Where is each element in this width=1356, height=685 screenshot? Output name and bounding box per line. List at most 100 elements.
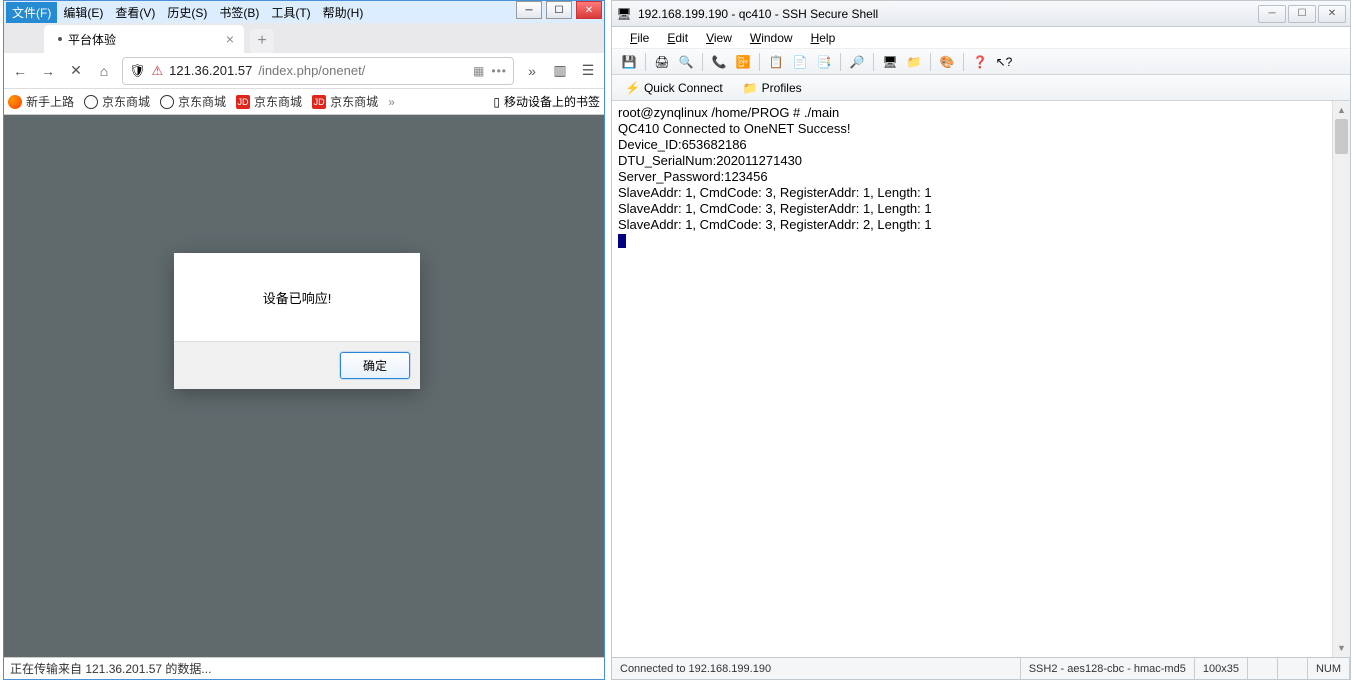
scrollbar[interactable]: ▲ ▼ (1332, 101, 1350, 657)
alert-dialog: 设备已响应! 确定 (174, 253, 420, 389)
terminal-cursor (618, 234, 626, 248)
ssh-terminal[interactable]: root@zynqlinux /home/PROG # ./main QC410… (612, 101, 1350, 657)
help-icon[interactable]: ❓ (969, 51, 991, 73)
bookmark-jd2[interactable]: 京东商城 (160, 93, 226, 110)
url-domain: 121.36.201.57 (169, 63, 252, 78)
menu-file[interactable]: 文件(F) (6, 2, 57, 23)
bookmark-getting-started[interactable]: 新手上路 (8, 93, 74, 110)
menu-tools[interactable]: 工具(T) (265, 2, 316, 23)
home-button[interactable]: ⌂ (94, 61, 114, 81)
print-preview-icon[interactable]: 🔍 (675, 51, 697, 73)
library-icon[interactable]: ▥ (550, 61, 570, 81)
jd-icon: JD (236, 95, 250, 109)
paste-select-icon[interactable]: 📑 (813, 51, 835, 73)
close-button[interactable]: ✕ (1318, 5, 1346, 23)
forward-button[interactable]: → (38, 61, 58, 81)
close-button[interactable]: ✕ (576, 1, 602, 19)
alert-message: 设备已响应! (174, 253, 420, 341)
bookmark-jd1[interactable]: 京东商城 (84, 93, 150, 110)
maximize-button[interactable]: ☐ (1288, 5, 1316, 23)
ssh-window: 🖥 192.168.199.190 - qc410 - SSH Secure S… (611, 0, 1351, 680)
menu-history[interactable]: 历史(S) (161, 2, 213, 23)
copy-icon[interactable]: 📋 (765, 51, 787, 73)
paste-icon[interactable]: 📄 (789, 51, 811, 73)
url-path: /index.php/onenet/ (258, 63, 365, 78)
folder-icon: 📁 (743, 81, 758, 95)
firefox-toolbar: ← → ✕ ⌂ 🛡 ⚠ 121.36.201.57/index.php/onen… (4, 53, 604, 89)
scroll-thumb[interactable] (1335, 119, 1348, 154)
shield-icon: 🛡 (129, 63, 146, 79)
colors-icon[interactable]: 🎨 (936, 51, 958, 73)
menu-edit[interactable]: Edit (659, 29, 696, 47)
hamburger-menu-icon[interactable]: ☰ (578, 61, 598, 81)
ssh-profile-bar: ⚡ Quick Connect 📁 Profiles (612, 75, 1350, 101)
minimize-button[interactable]: ─ (1258, 5, 1286, 23)
minimize-button[interactable]: ─ (516, 1, 542, 19)
tab-indicator-icon (58, 37, 62, 41)
firefox-menubar: 文件(F) 编辑(E) 查看(V) 历史(S) 书签(B) 工具(T) 帮助(H… (4, 1, 604, 23)
status-connected: Connected to 192.168.199.190 (612, 658, 1021, 679)
ssh-app-icon: 🖥 (616, 6, 632, 22)
mobile-icon: ▯ (493, 95, 500, 109)
firefox-tabstrip: 平台体验 × + (4, 23, 604, 53)
print-icon[interactable]: 🖨 (651, 51, 673, 73)
status-cipher: SSH2 - aes128-cbc - hmac-md5 (1021, 658, 1195, 679)
status-num: NUM (1308, 658, 1350, 679)
menu-view[interactable]: View (698, 29, 740, 47)
jd-icon: JD (312, 95, 326, 109)
tab-title: 平台体验 (68, 31, 116, 48)
firefox-icon (8, 95, 22, 109)
menu-edit[interactable]: 编辑(E) (57, 2, 109, 23)
alert-ok-button[interactable]: 确定 (340, 352, 410, 379)
globe-icon (160, 95, 174, 109)
ssh-menubar: File Edit View Window Help (612, 27, 1350, 49)
menu-help[interactable]: Help (803, 29, 844, 47)
bookmark-jd3[interactable]: JD京东商城 (236, 93, 302, 110)
menu-window[interactable]: Window (742, 29, 801, 47)
overflow-icon[interactable]: » (522, 61, 542, 81)
firefox-window: 文件(F) 编辑(E) 查看(V) 历史(S) 书签(B) 工具(T) 帮助(H… (3, 0, 605, 680)
url-bar[interactable]: 🛡 ⚠ 121.36.201.57/index.php/onenet/ ▦ ••… (122, 57, 514, 85)
find-icon[interactable]: 🔎 (846, 51, 868, 73)
menu-help[interactable]: 帮助(H) (317, 2, 370, 23)
status-indicator2 (1278, 658, 1308, 679)
maximize-button[interactable]: ☐ (546, 1, 572, 19)
terminal-output: root@zynqlinux /home/PROG # ./main QC410… (612, 101, 1350, 252)
bookmarks-overflow-icon[interactable]: » (388, 95, 395, 109)
ssh-toolbar: 💾 🖨 🔍 📞 📴 📋 📄 📑 🔎 🖥 📁 🎨 ❓ ↖? (612, 49, 1350, 75)
status-indicator1 (1248, 658, 1278, 679)
tab-close-icon[interactable]: × (226, 31, 234, 47)
reader-icon[interactable]: ▦ (473, 64, 485, 78)
new-terminal-icon[interactable]: 🖥 (879, 51, 901, 73)
scroll-down-icon[interactable]: ▼ (1333, 639, 1350, 657)
menu-view[interactable]: 查看(V) (109, 2, 161, 23)
insecure-icon: ⚠ (152, 63, 164, 79)
globe-icon (84, 95, 98, 109)
ssh-titlebar: 🖥 192.168.199.190 - qc410 - SSH Secure S… (612, 1, 1350, 27)
menu-bookmarks[interactable]: 书签(B) (213, 2, 265, 23)
connect-icon[interactable]: 📞 (708, 51, 730, 73)
scroll-up-icon[interactable]: ▲ (1333, 101, 1350, 119)
quick-connect-button[interactable]: ⚡ Quick Connect (618, 78, 730, 98)
bookmarks-bar: 新手上路 京东商城 京东商城 JD京东商城 JD京东商城 » ▯移动设备上的书签 (4, 89, 604, 115)
menu-file[interactable]: File (622, 29, 657, 47)
back-button[interactable]: ← (10, 61, 30, 81)
profiles-button[interactable]: 📁 Profiles (736, 78, 809, 98)
ssh-window-title: 192.168.199.190 - qc410 - SSH Secure She… (638, 7, 878, 21)
new-ftp-icon[interactable]: 📁 (903, 51, 925, 73)
page-actions-icon[interactable]: ••• (491, 64, 507, 78)
save-icon[interactable]: 💾 (618, 51, 640, 73)
lightning-icon: ⚡ (625, 81, 640, 95)
browser-tab[interactable]: 平台体验 × (44, 25, 244, 53)
bookmark-jd4[interactable]: JD京东商城 (312, 93, 378, 110)
mobile-bookmarks[interactable]: ▯移动设备上的书签 (493, 93, 600, 110)
status-bar: 正在传输来自 121.36.201.57 的数据... (4, 657, 604, 679)
whats-this-icon[interactable]: ↖? (993, 51, 1015, 73)
disconnect-icon[interactable]: 📴 (732, 51, 754, 73)
page-content: 设备已响应! 确定 (4, 115, 604, 657)
new-tab-button[interactable]: + (250, 29, 274, 53)
status-text: 正在传输来自 121.36.201.57 的数据... (10, 660, 211, 677)
status-size: 100x35 (1195, 658, 1248, 679)
stop-button[interactable]: ✕ (66, 61, 86, 81)
ssh-status-bar: Connected to 192.168.199.190 SSH2 - aes1… (612, 657, 1350, 679)
